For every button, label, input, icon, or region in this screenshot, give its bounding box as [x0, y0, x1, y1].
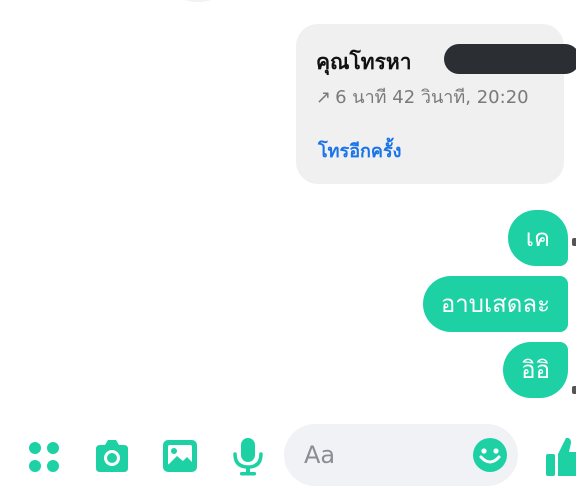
message-bubble[interactable]: อิอิ	[503, 342, 568, 398]
message-status-mark	[572, 386, 576, 394]
microphone-icon[interactable]	[228, 436, 268, 476]
message-input-placeholder: Aa	[304, 441, 336, 469]
call-again-button[interactable]: โทรอีกครั้ง	[318, 136, 401, 165]
image-icon[interactable]	[160, 436, 200, 476]
apps-icon[interactable]	[24, 436, 64, 476]
call-duration-text: 6 นาที 42 วินาที, 20:20	[335, 87, 529, 108]
message-bubble[interactable]: อาบเสดละ	[422, 276, 568, 332]
call-title: คุณโทรหา	[316, 50, 412, 74]
message-status-mark	[572, 238, 576, 246]
call-log-card: คุณโทรหา ↗ 6 นาที 42 วินาที, 20:20 โทรอีก…	[296, 24, 576, 184]
camera-icon[interactable]	[92, 436, 132, 476]
thumbs-up-icon[interactable]	[544, 434, 576, 478]
message-bubble[interactable]: เค	[507, 210, 568, 266]
emoji-icon[interactable]	[472, 437, 508, 473]
redacted-contact-name	[444, 44, 576, 74]
avatar	[176, 0, 220, 2]
outgoing-call-arrow-icon: ↗	[316, 87, 332, 108]
message-input[interactable]: Aa	[284, 424, 518, 486]
message-composer: Aa	[0, 420, 576, 492]
call-duration: ↗ 6 นาที 42 วินาที, 20:20	[316, 82, 529, 111]
